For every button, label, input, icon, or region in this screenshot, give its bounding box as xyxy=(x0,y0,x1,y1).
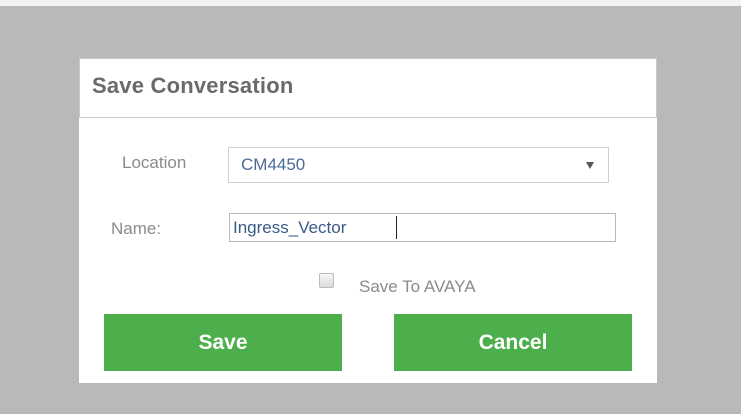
location-label: Location xyxy=(122,153,187,172)
chevron-down-icon xyxy=(586,162,594,169)
save-conversation-dialog: Save Conversation Location CM4450 Name: … xyxy=(79,58,657,383)
backdrop-top-strip xyxy=(0,0,741,6)
save-to-avaya-label: Save To AVAYA xyxy=(359,277,476,296)
location-select[interactable]: CM4450 xyxy=(228,147,609,183)
location-selected-value: CM4450 xyxy=(241,155,306,174)
save-to-avaya-checkbox[interactable] xyxy=(319,273,334,288)
name-input[interactable] xyxy=(229,213,616,242)
cancel-button[interactable]: Cancel xyxy=(394,314,632,371)
text-caret xyxy=(396,216,397,239)
name-label: Name: xyxy=(111,219,162,238)
dialog-header: Save Conversation xyxy=(79,58,657,118)
save-button[interactable]: Save xyxy=(104,314,342,371)
dialog-title: Save Conversation xyxy=(92,73,294,98)
